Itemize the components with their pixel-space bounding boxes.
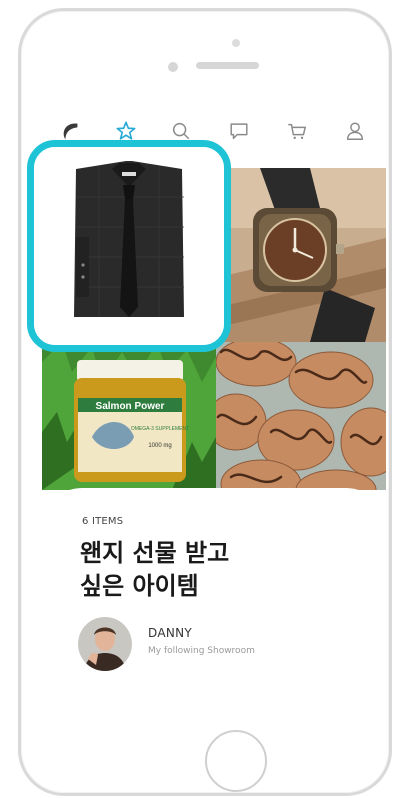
user-name: DANNY bbox=[148, 626, 193, 640]
avatar[interactable] bbox=[78, 617, 132, 671]
chat-icon[interactable] bbox=[226, 118, 252, 144]
home-button[interactable] bbox=[205, 730, 267, 792]
jar-subtitle-text: OMEGA-3 SUPPLEMENT bbox=[131, 426, 189, 432]
jar-dose-text: 1000 mg bbox=[148, 443, 171, 449]
user-icon[interactable] bbox=[342, 118, 368, 144]
watch-tile[interactable] bbox=[215, 168, 386, 342]
front-camera bbox=[168, 62, 178, 72]
cart-icon[interactable] bbox=[284, 118, 310, 144]
cookies-tile[interactable] bbox=[216, 342, 386, 490]
showroom-title: 왠지 선물 받고 싶은 아이템 bbox=[80, 539, 230, 600]
jar-brand-text: Salmon Power bbox=[96, 401, 165, 412]
front-sensor bbox=[232, 39, 240, 47]
earpiece-speaker bbox=[196, 62, 259, 69]
items-count: 6 ITEMS bbox=[82, 516, 124, 527]
user-subtitle: My following Showroom bbox=[148, 646, 255, 656]
supplement-tile[interactable]: Salmon Power OMEGA-3 SUPPLEMENT 1000 mg bbox=[42, 342, 216, 490]
shirt-tile-highlighted[interactable] bbox=[27, 140, 231, 352]
